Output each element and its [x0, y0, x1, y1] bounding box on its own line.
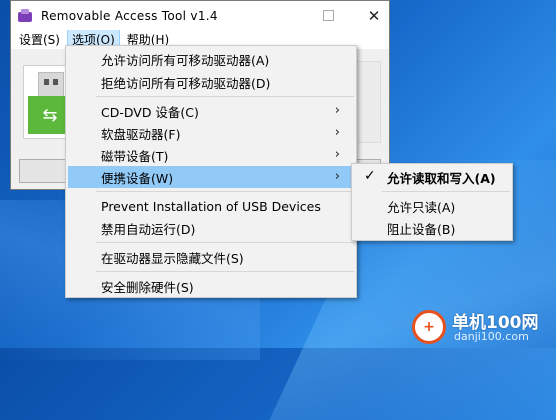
- window-title: Removable Access Tool v1.4: [41, 8, 218, 23]
- submenu-arrow-icon: ›: [334, 147, 340, 162]
- maximize-button[interactable]: [311, 1, 345, 30]
- submenu-item-block-device[interactable]: 阻止设备(B): [354, 217, 510, 239]
- menu-settings[interactable]: 设置(S): [14, 29, 65, 50]
- app-icon: [17, 8, 33, 24]
- menu-item-label: CD-DVD 设备(C): [101, 104, 199, 120]
- menu-item-label: 允许访问所有可移动驱动器(A): [101, 52, 270, 68]
- menu-item-prevent-usb-install[interactable]: Prevent Installation of USB Devices: [68, 195, 354, 217]
- menu-item-label: 允许读取和写入(A): [387, 170, 496, 186]
- submenu-arrow-icon: ›: [334, 169, 340, 184]
- maximize-icon: [322, 10, 334, 21]
- menu-item-allow-all[interactable]: 允许访问所有可移动驱动器(A): [68, 48, 354, 70]
- menu-item-label: 拒绝访问所有可移动驱动器(D): [101, 75, 271, 91]
- menu-item-safely-remove[interactable]: 安全删除硬件(S): [68, 275, 354, 297]
- portable-devices-submenu: ✓ 允许读取和写入(A) 允许只读(A) 阻止设备(B): [351, 163, 513, 241]
- menu-item-label: 禁用自动运行(D): [101, 221, 196, 237]
- menu-item-label: 磁带设备(T): [101, 148, 169, 164]
- menu-item-deny-all[interactable]: 拒绝访问所有可移动驱动器(D): [68, 71, 354, 93]
- menu-item-label: 安全删除硬件(S): [101, 279, 194, 295]
- close-button[interactable]: ✕: [357, 1, 391, 30]
- submenu-arrow-icon: ›: [334, 125, 340, 140]
- menu-separator: [96, 271, 354, 272]
- usb-plug-icon: [38, 72, 64, 98]
- menu-separator: [96, 191, 354, 192]
- options-dropdown-menu: 允许访问所有可移动驱动器(A) 拒绝访问所有可移动驱动器(D) CD-DVD 设…: [65, 45, 357, 298]
- watermark-logo-icon: +: [412, 310, 446, 344]
- menu-item-portable-devices[interactable]: 便携设备(W) ›: [68, 166, 354, 188]
- menu-item-label: 在驱动器显示隐藏文件(S): [101, 250, 244, 266]
- menu-item-label: 阻止设备(B): [387, 221, 456, 237]
- menu-item-floppy[interactable]: 软盘驱动器(F) ›: [68, 122, 354, 144]
- watermark-url: danji100.com: [454, 330, 529, 343]
- menu-separator: [96, 242, 354, 243]
- menu-item-label: 允许只读(A): [387, 199, 456, 215]
- menu-item-tape[interactable]: 磁带设备(T) ›: [68, 144, 354, 166]
- submenu-item-allow-read-write[interactable]: ✓ 允许读取和写入(A): [354, 166, 510, 188]
- menu-item-cd-dvd[interactable]: CD-DVD 设备(C) ›: [68, 100, 354, 122]
- submenu-item-read-only[interactable]: 允许只读(A): [354, 195, 510, 217]
- menu-item-disable-autorun[interactable]: 禁用自动运行(D): [68, 217, 354, 239]
- menu-item-label: 便携设备(W): [101, 170, 174, 186]
- menu-item-label: 软盘驱动器(F): [101, 126, 181, 142]
- menu-separator: [382, 191, 510, 192]
- menu-item-label: Prevent Installation of USB Devices: [101, 198, 321, 214]
- checkmark-icon: ✓: [364, 168, 376, 184]
- menu-separator: [96, 96, 354, 97]
- submenu-arrow-icon: ›: [334, 103, 340, 118]
- menu-item-show-hidden-files[interactable]: 在驱动器显示隐藏文件(S): [68, 246, 354, 268]
- watermark: + 单机100网 danji100.com: [408, 306, 556, 348]
- title-bar[interactable]: Removable Access Tool v1.4 ✕: [11, 1, 389, 30]
